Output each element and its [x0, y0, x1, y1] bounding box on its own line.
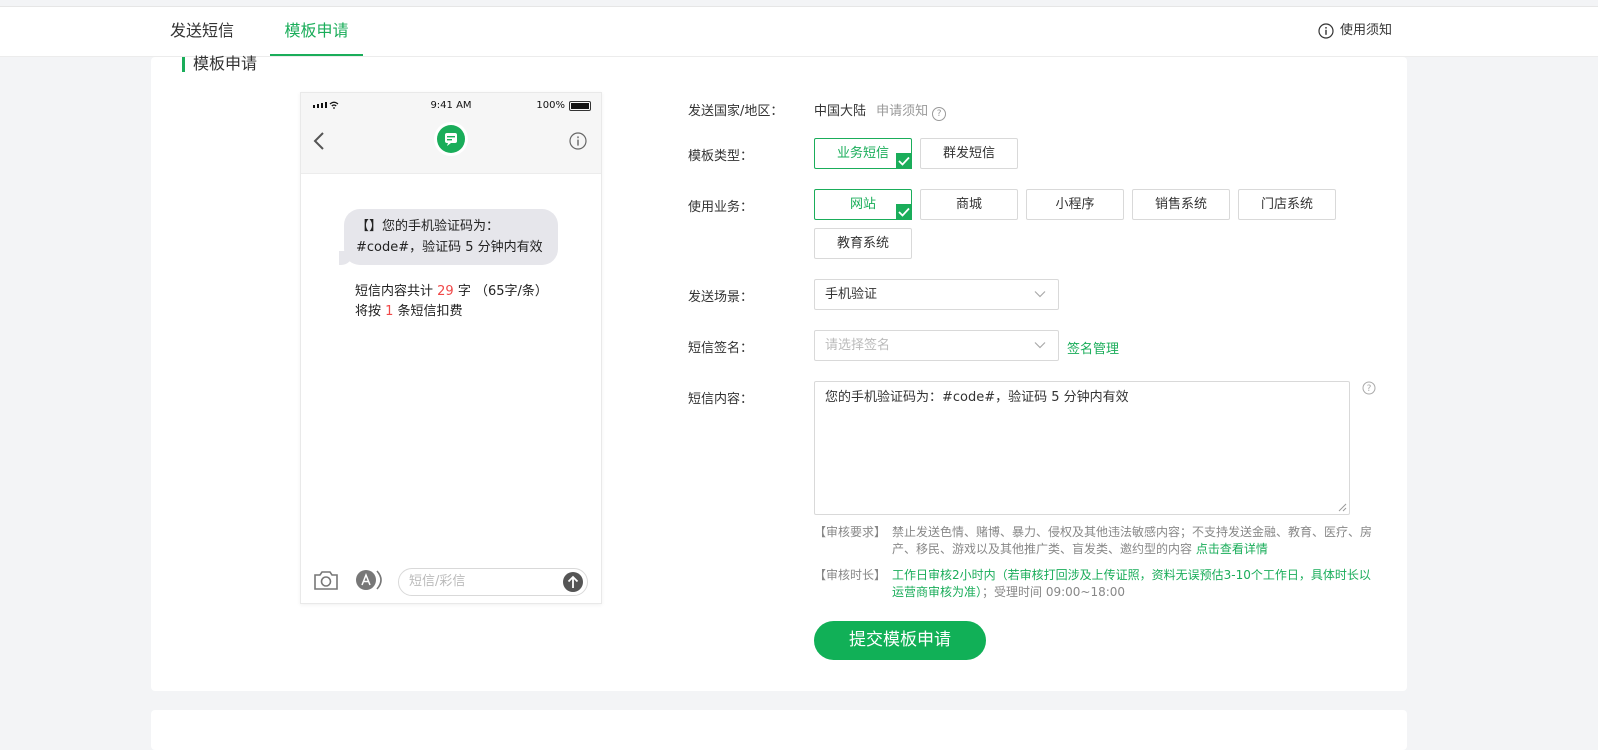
chevron-down-icon — [1034, 342, 1046, 349]
business-miniprogram[interactable]: 小程序 — [1026, 189, 1124, 220]
business-store-system[interactable]: 门店系统 — [1238, 189, 1336, 220]
phone-preview: 9:41 AM 100% 【】您的手机验证码为：#code#，验证码 5 分钟内… — [300, 92, 602, 604]
template-apply-card: 模板申请 9:41 AM 100% 【】您的手机验证码为：#code#，验证码 … — [151, 54, 1407, 691]
content-textarea[interactable]: 您的手机验证码为：#code#，验证码 5 分钟内有效 — [814, 381, 1350, 515]
business-sales-system[interactable]: 销售系统 — [1132, 189, 1230, 220]
app-store-icon[interactable] — [355, 569, 387, 591]
usage-notice-label: 使用须知 — [1339, 23, 1392, 38]
type-group-sms[interactable]: 群发短信 — [920, 138, 1018, 169]
chevron-down-icon — [1034, 291, 1046, 298]
sms-input[interactable]: 短信/彩信 — [398, 568, 588, 596]
submit-template-button[interactable]: 提交模板申请 — [814, 621, 986, 660]
country-value: 中国大陆 申请须知? — [814, 100, 947, 121]
view-details-link[interactable]: 点击查看详情 — [1196, 542, 1268, 556]
usage-notice-link[interactable]: 使用须知 — [1318, 7, 1392, 55]
sms-count-text: 短信内容共计 29 字 （65字/条）将按 1 条短信扣费 — [355, 284, 548, 319]
content-label: 短信内容： — [688, 392, 754, 407]
sms-input-placeholder: 短信/彩信 — [409, 574, 466, 589]
section-title: 模板申请 — [182, 54, 258, 73]
title-accent-bar — [182, 56, 185, 72]
send-arrow-icon[interactable] — [563, 572, 583, 592]
top-border — [0, 0, 1598, 7]
sms-bubble: 【】您的手机验证码为：#code#，验证码 5 分钟内有效 — [339, 209, 558, 265]
sender-avatar — [437, 125, 465, 153]
check-icon — [896, 153, 912, 169]
review-duration: 【审核时长】 工作日审核2小时内（若审核打回涉及上传证照，资料无误预估3-10个… — [814, 568, 1371, 599]
phone-input-bar: 短信/彩信 — [301, 559, 601, 603]
review-requirement: 【审核要求】 禁止发送色情、赌博、暴力、侵权及其他违法敏感内容；不支持发送金融、… — [814, 525, 1373, 556]
message-icon — [445, 133, 457, 146]
tab-send-sms[interactable]: 发送短信 — [170, 7, 234, 55]
info-circle-icon[interactable] — [569, 132, 587, 150]
back-chevron-icon[interactable] — [313, 131, 325, 151]
resize-handle-icon[interactable] — [1338, 503, 1347, 512]
lower-card — [151, 710, 1407, 750]
info-icon — [1318, 23, 1334, 39]
tab-template-apply[interactable]: 模板申请 — [270, 7, 363, 56]
template-type-label: 模板类型： — [688, 149, 754, 164]
check-icon — [896, 204, 912, 220]
scene-select[interactable]: 手机验证 — [814, 279, 1059, 310]
scene-label: 发送场景： — [688, 290, 754, 305]
business-website[interactable]: 网站 — [814, 189, 912, 220]
sign-manage-link[interactable]: 签名管理 — [1067, 338, 1119, 357]
phone-header: 9:41 AM 100% — [301, 93, 601, 174]
business-label: 使用业务： — [688, 200, 754, 215]
sign-select[interactable]: 请选择签名 — [814, 330, 1059, 361]
sign-label: 短信签名： — [688, 341, 754, 356]
svg-text:?: ? — [1367, 384, 1372, 394]
business-education-system[interactable]: 教育系统 — [814, 228, 912, 259]
camera-icon[interactable] — [313, 569, 339, 591]
type-business-sms[interactable]: 业务短信 — [814, 138, 912, 169]
country-label: 发送国家/地区： — [688, 104, 784, 119]
status-bar: 9:41 AM 100% — [301, 93, 601, 119]
help-icon[interactable]: ? — [1362, 381, 1376, 395]
question-icon[interactable]: ? — [932, 107, 947, 121]
apply-notice-link[interactable]: 申请须知 — [876, 104, 928, 119]
tab-bar: 发送短信 模板申请 使用须知 — [0, 7, 1598, 57]
battery-icon — [569, 101, 591, 111]
section-title-text: 模板申请 — [193, 54, 258, 73]
char-count: 29 — [437, 284, 454, 299]
battery-percent: 100% — [536, 100, 565, 111]
business-mall[interactable]: 商城 — [920, 189, 1018, 220]
